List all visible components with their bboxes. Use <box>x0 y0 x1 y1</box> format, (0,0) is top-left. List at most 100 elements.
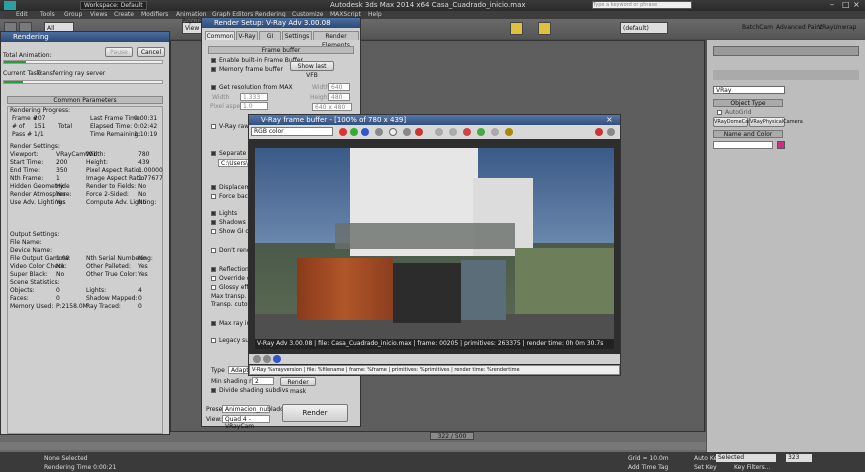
divide-checkbox[interactable] <box>211 388 216 393</box>
tab-gi[interactable]: GI <box>259 31 281 40</box>
vray-raw-checkbox[interactable] <box>211 124 216 129</box>
menu-help[interactable]: Help <box>368 11 382 18</box>
frame-buffer-header[interactable]: Frame buffer <box>208 46 354 54</box>
override-depth-checkbox[interactable] <box>211 276 216 281</box>
history-icon[interactable] <box>505 128 513 136</box>
common-parameters-header[interactable]: Common Parameters <box>7 96 163 104</box>
vray-physical-camera-button[interactable]: VRayPhysicalCamera <box>749 117 803 127</box>
min-shading-field[interactable]: 2 <box>252 377 274 385</box>
app-logo-icon[interactable] <box>4 1 16 10</box>
enable-builtin-checkbox[interactable] <box>211 58 216 63</box>
pause-button[interactable]: Pause <box>105 47 133 57</box>
separate-channels-checkbox[interactable] <box>211 151 216 156</box>
follow-mouse-icon[interactable] <box>477 128 485 136</box>
srgb-icon[interactable] <box>273 355 281 363</box>
track-bar[interactable] <box>0 442 706 450</box>
scene-row-2-lbl1: Memory Used: <box>10 303 54 310</box>
get-res-label: Get resolution from MAX <box>219 84 293 91</box>
dont-render-checkbox[interactable] <box>211 248 216 253</box>
menu-group[interactable]: Group <box>64 11 82 18</box>
menu-tools[interactable]: Tools <box>40 11 55 18</box>
autogrid-checkbox[interactable] <box>717 110 722 115</box>
vfb-close-icon[interactable]: × <box>606 115 613 124</box>
setkey-button[interactable]: Set Key <box>694 464 717 471</box>
path-field[interactable]: C:\Users\gp <box>218 159 256 167</box>
snap-toggle-icon[interactable] <box>510 22 523 35</box>
render-button[interactable]: Render <box>282 404 348 422</box>
width-field[interactable]: 640 <box>328 83 350 91</box>
vfb-stamp-field[interactable]: V-Ray %vrayversion | file: %filename | f… <box>249 365 620 375</box>
object-type-header[interactable]: Object Type <box>713 99 783 107</box>
menu-create[interactable]: Create <box>114 11 134 18</box>
render-mask-button[interactable]: Render mask <box>280 377 316 395</box>
add-time-tag[interactable]: Add Time Tag <box>628 464 668 471</box>
clear-icon[interactable] <box>415 128 423 136</box>
render-last-icon[interactable] <box>463 128 471 136</box>
shadows-checkbox[interactable] <box>211 220 216 225</box>
panel-tabs[interactable] <box>713 46 859 56</box>
rendered-image[interactable] <box>255 148 614 339</box>
show-gi-checkbox[interactable] <box>211 229 216 234</box>
pixel-aspect-field[interactable]: 1.0 <box>240 102 268 110</box>
alpha-channel-icon[interactable] <box>375 128 383 136</box>
advanced-paint-button[interactable]: Advanced Paint <box>776 24 822 31</box>
vfb-settings-icon[interactable] <box>607 128 615 136</box>
tab-settings[interactable]: Settings <box>282 31 312 40</box>
menu-modifiers[interactable]: Modifiers <box>141 11 168 18</box>
resolution-preset[interactable]: 640 x 480 <box>312 103 352 111</box>
color-corrections-icon[interactable] <box>253 355 261 363</box>
workspace-selector[interactable]: Workspace: Default <box>80 1 147 10</box>
maximize-icon[interactable]: □ <box>842 0 850 9</box>
red-channel-icon[interactable] <box>339 128 347 136</box>
color-swatch[interactable] <box>777 141 785 149</box>
menu-views[interactable]: Views <box>90 11 107 18</box>
minimize-icon[interactable]: – <box>830 0 834 9</box>
lights-checkbox[interactable] <box>211 211 216 216</box>
named-selection[interactable]: (default) <box>620 22 668 34</box>
reflection-checkbox[interactable] <box>211 267 216 272</box>
time-slider[interactable]: 322 / 500 <box>430 432 474 440</box>
preset-dropdown[interactable]: Animacion_nublado <box>222 405 284 413</box>
glossy-checkbox[interactable] <box>211 285 216 290</box>
close-icon[interactable]: × <box>853 0 860 9</box>
tab-common[interactable]: Common <box>205 31 235 40</box>
blue-channel-icon[interactable] <box>361 128 369 136</box>
mono-icon[interactable] <box>389 128 397 136</box>
timeline[interactable]: 322 / 500 <box>0 432 706 452</box>
autokey-dropdown[interactable]: Selected <box>716 454 776 462</box>
legacy-checkbox[interactable] <box>211 338 216 343</box>
search-input[interactable]: Type a keyword or phrase <box>592 1 692 9</box>
link-icon[interactable] <box>491 128 499 136</box>
green-channel-icon[interactable] <box>350 128 358 136</box>
key-filters-button[interactable]: Key Filters... <box>734 464 771 471</box>
stop-render-icon[interactable] <box>595 128 603 136</box>
save-icon[interactable] <box>403 128 411 136</box>
frame-field[interactable]: 323 <box>786 454 812 462</box>
renderer-dropdown[interactable]: VRay <box>713 86 785 94</box>
lens-effects-icon[interactable] <box>263 355 271 363</box>
angle-snap-icon[interactable] <box>538 22 551 35</box>
name-color-header[interactable]: Name and Color <box>713 130 783 138</box>
object-name-field[interactable] <box>713 141 773 149</box>
image-aspect-field[interactable]: 1.333 <box>240 93 268 101</box>
track-mouse-icon[interactable] <box>449 128 457 136</box>
memory-fb-checkbox[interactable] <box>211 67 216 72</box>
show-last-vfb-button[interactable]: Show last VFB <box>290 61 334 79</box>
height-field[interactable]: 480 <box>328 93 350 101</box>
displacement-checkbox[interactable] <box>211 185 216 190</box>
create-icons[interactable] <box>713 70 859 80</box>
channel-dropdown[interactable]: RGB color <box>251 127 333 136</box>
ribbon-tab-populate[interactable]: Popula <box>182 18 202 25</box>
vray-unwrap-button[interactable]: VRayUnwrap <box>818 24 856 31</box>
cancel-button[interactable]: Cancel <box>137 47 165 57</box>
batchcam-button[interactable]: BatchCam <box>742 24 773 31</box>
get-res-checkbox[interactable] <box>211 85 216 90</box>
tab-render-elements[interactable]: Render Elements <box>313 31 359 49</box>
region-icon[interactable] <box>435 128 443 136</box>
force-back-checkbox[interactable] <box>211 194 216 199</box>
menu-edit[interactable]: Edit <box>16 11 28 18</box>
view-dropdown[interactable]: Quad 4 - VRayCam <box>222 415 270 430</box>
max-ray-checkbox[interactable] <box>211 321 216 326</box>
tab-vray[interactable]: V-Ray <box>236 31 258 40</box>
vray-dome-camera-button[interactable]: VRayDomeCamera <box>713 117 761 127</box>
